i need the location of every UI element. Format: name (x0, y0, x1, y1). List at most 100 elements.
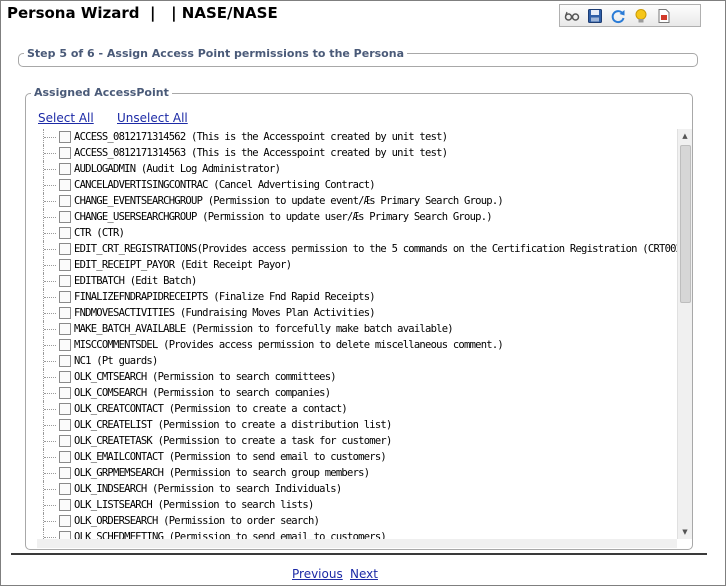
tree-connector (44, 361, 56, 362)
accesspoint-checkbox[interactable] (59, 483, 71, 495)
accesspoint-checkbox[interactable] (59, 323, 71, 335)
accesspoint-row: CTR (CTR) (37, 225, 677, 241)
accesspoint-checkbox[interactable] (59, 435, 71, 447)
tree-connector (44, 217, 56, 218)
accesspoint-row: CHANGE_USERSEARCHGROUP (Permission to up… (37, 209, 677, 225)
accesspoint-label: AUDLOGADMIN (Audit Log Administrator) (74, 163, 281, 175)
accesspoint-checkbox[interactable] (59, 131, 71, 143)
accesspoint-row: OLK_CMTSEARCH (Permission to search comm… (37, 369, 677, 385)
tree-vertical-scrollbar[interactable]: ▲ ▼ (677, 129, 692, 539)
accesspoint-checkbox[interactable] (59, 403, 71, 415)
accesspoint-row: EDIT_CRT_REGISTRATIONS(Provides access p… (37, 241, 677, 257)
tree-connector (44, 441, 56, 442)
accesspoint-row: EDITBATCH (Edit Batch) (37, 273, 677, 289)
accesspoint-row: CANCELADVERTISINGCONTRAC (Cancel Adverti… (37, 177, 677, 193)
accesspoint-row: OLK_ORDERSEARCH (Permission to order sea… (37, 513, 677, 529)
accesspoint-checkbox[interactable] (59, 307, 71, 319)
accesspoint-checkbox[interactable] (59, 243, 71, 255)
accesspoint-checkbox[interactable] (59, 179, 71, 191)
accesspoint-checkbox[interactable] (59, 355, 71, 367)
accesspoint-checkbox[interactable] (59, 499, 71, 511)
accesspoint-row: OLK_INDSEARCH (Permission to search Indi… (37, 481, 677, 497)
accesspoint-row: AUDLOGADMIN (Audit Log Administrator) (37, 161, 677, 177)
persona-wizard-window: Persona Wizard | | NASE/NASE Step 5 of 6… (0, 0, 726, 586)
next-link[interactable]: Next (350, 567, 378, 581)
glasses-icon[interactable] (564, 8, 580, 24)
accesspoint-row: OLK_EMAILCONTACT (Permission to send ema… (37, 449, 677, 465)
tree-connector (44, 537, 56, 538)
accesspoint-checkbox[interactable] (59, 371, 71, 383)
accesspoint-row: CHANGE_EVENTSEARCHGROUP (Permission to u… (37, 193, 677, 209)
accesspoint-row: OLK_CREATELIST (Permission to create a d… (37, 417, 677, 433)
tree-connector (44, 281, 56, 282)
accesspoint-row: ACCESS_0812171314563 (This is the Access… (37, 145, 677, 161)
accesspoint-checkbox[interactable] (59, 147, 71, 159)
accesspoint-label: CANCELADVERTISINGCONTRAC (Cancel Adverti… (74, 179, 376, 191)
accesspoint-row: OLK_CREATETASK (Permission to create a t… (37, 433, 677, 449)
scroll-up-icon[interactable]: ▲ (678, 129, 692, 143)
tree-connector (44, 185, 56, 186)
accesspoint-label: CHANGE_USERSEARCHGROUP (Permission to up… (74, 211, 493, 223)
previous-link[interactable]: Previous (292, 567, 343, 581)
accesspoint-label: OLK_CREATCONTACT (Permission to create a… (74, 403, 348, 415)
accesspoint-checkbox[interactable] (59, 339, 71, 351)
accesspoint-label: OLK_EMAILCONTACT (Permission to send ema… (74, 451, 387, 463)
accesspoint-row: NC1 (Pt guards) (37, 353, 677, 369)
accesspoint-row: OLK_SCHEDMEETING (Permission to send ema… (37, 529, 677, 539)
scroll-thumb[interactable] (680, 145, 691, 303)
accesspoint-checkbox[interactable] (59, 419, 71, 431)
accesspoint-checkbox[interactable] (59, 531, 71, 539)
accesspoint-checkbox[interactable] (59, 211, 71, 223)
tree-connector (44, 393, 56, 394)
accesspoint-label: OLK_CREATETASK (Permission to create a t… (74, 435, 392, 447)
accesspoint-label: ACCESS_0812171314563 (This is the Access… (74, 147, 448, 159)
accesspoint-checkbox[interactable] (59, 387, 71, 399)
tree-connector (44, 409, 56, 410)
accesspoint-label: OLK_CMTSEARCH (Permission to search comm… (74, 371, 337, 383)
accesspoint-checkbox[interactable] (59, 163, 71, 175)
page-title: Persona Wizard | | NASE/NASE (7, 4, 278, 22)
accesspoint-checkbox[interactable] (59, 291, 71, 303)
accesspoint-row: MAKE_BATCH_AVAILABLE (Permission to forc… (37, 321, 677, 337)
tree-connector (44, 457, 56, 458)
accesspoint-checkbox[interactable] (59, 259, 71, 271)
accesspoint-label: CHANGE_EVENTSEARCHGROUP (Permission to u… (74, 195, 504, 207)
refresh-icon[interactable] (610, 8, 626, 24)
accesspoint-label: EDITBATCH (Edit Batch) (74, 275, 197, 287)
accesspoint-list: ACCESS_0812171314562 (This is the Access… (37, 129, 677, 539)
accesspoint-row: ACCESS_0812171314562 (This is the Access… (37, 129, 677, 145)
tree-horizontal-scrollbar[interactable] (37, 539, 677, 548)
tree-connector (44, 153, 56, 154)
accesspoint-label: OLK_CREATELIST (Permission to create a d… (74, 419, 392, 431)
accesspoint-checkbox[interactable] (59, 467, 71, 479)
accesspoint-row: OLK_CREATCONTACT (Permission to create a… (37, 401, 677, 417)
divider (11, 553, 707, 555)
tree-connector (44, 473, 56, 474)
lightbulb-icon[interactable] (633, 8, 649, 24)
accesspoint-label: ACCESS_0812171314562 (This is the Access… (74, 131, 448, 143)
scroll-down-icon[interactable]: ▼ (678, 525, 692, 539)
tree-connector (44, 169, 56, 170)
accesspoint-label: OLK_SCHEDMEETING (Permission to send ema… (74, 531, 387, 539)
accesspoint-label: MAKE_BATCH_AVAILABLE (Permission to forc… (74, 323, 454, 335)
accesspoint-label: OLK_LISTSEARCH (Permission to search lis… (74, 499, 314, 511)
accesspoint-row: OLK_COMSEARCH (Permission to search comp… (37, 385, 677, 401)
accesspoint-row: MISCCOMMENTSDEL (Provides access permiss… (37, 337, 677, 353)
accesspoint-checkbox[interactable] (59, 227, 71, 239)
accesspoint-checkbox[interactable] (59, 515, 71, 527)
select-all-link[interactable]: Select All (38, 111, 94, 125)
unselect-all-link[interactable]: Unselect All (117, 111, 188, 125)
accesspoint-checkbox[interactable] (59, 451, 71, 463)
tree-connector (44, 505, 56, 506)
assigned-accesspoint-title: Assigned AccessPoint (31, 86, 172, 99)
accesspoint-row: FINALIZEFNDRAPIDRECEIPTS (Finalize Fnd R… (37, 289, 677, 305)
accesspoint-label: CTR (CTR) (74, 227, 125, 239)
accesspoint-checkbox[interactable] (59, 275, 71, 287)
accesspoint-label: MISCCOMMENTSDEL (Provides access permiss… (74, 339, 504, 351)
tree-connector (44, 233, 56, 234)
document-icon[interactable] (656, 8, 672, 24)
accesspoint-tree: ACCESS_0812171314562 (This is the Access… (37, 129, 677, 539)
tree-connector (44, 297, 56, 298)
accesspoint-checkbox[interactable] (59, 195, 71, 207)
save-icon[interactable] (587, 8, 603, 24)
